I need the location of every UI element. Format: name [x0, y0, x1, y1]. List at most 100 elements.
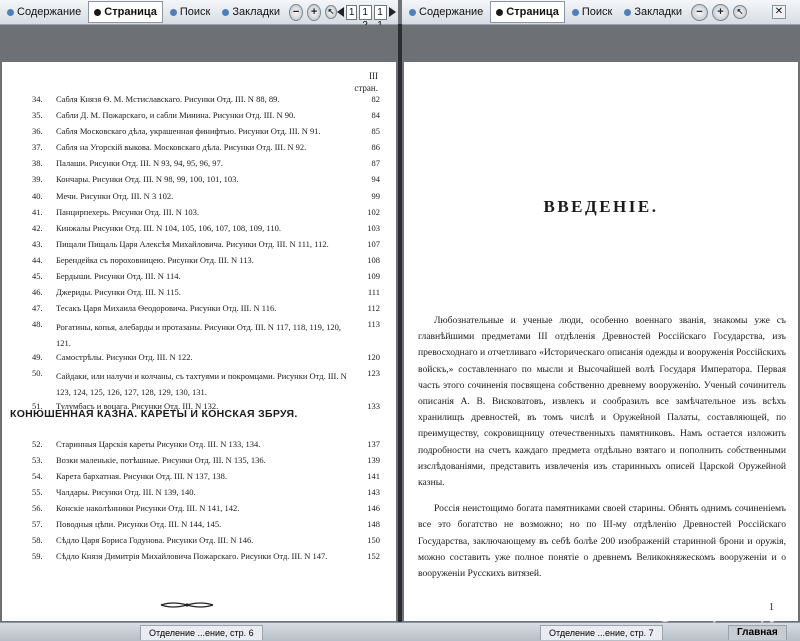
toc-entry[interactable]: 49. Самострѣлы. Рисунки Отд. III. N 122. 1… — [32, 352, 380, 368]
tab-bookmarks-left[interactable]: Закладки — [217, 2, 285, 22]
tab-page-right[interactable]: Страница — [490, 1, 565, 23]
entry-number: 34. — [32, 94, 43, 104]
entry-title: Сабля Князя Ѳ. М. Мстиславскаго. Рисунки… — [56, 94, 280, 104]
tab-search-left[interactable]: Поиск — [165, 2, 215, 22]
pointer-icon[interactable]: ↖ — [325, 5, 337, 19]
entry-page: 146 — [367, 503, 380, 513]
two-page-button[interactable]: 1 2 — [359, 4, 373, 31]
entry-number: 48. — [32, 319, 43, 330]
entry-number: 46. — [32, 287, 43, 298]
toc-entry[interactable]: 37. Сабля на Угорскій выкова. Московскаго… — [32, 142, 380, 158]
entry-number: 56. — [32, 503, 43, 513]
next-page-icon[interactable] — [389, 7, 396, 17]
main-tab[interactable]: Главная — [728, 625, 787, 640]
entry-number: 45. — [32, 271, 43, 282]
entry-number: 37. — [32, 142, 43, 153]
page-tab-right[interactable]: Отделение ...ение, стр. 7 — [540, 625, 663, 640]
entry-title: Возки маленькіе, потѣшные. Рисунки Отд. … — [56, 455, 266, 465]
entry-title: Сабля Московскаго дѣла, украшенная финиф… — [56, 126, 321, 137]
toc-entry[interactable]: 58. Сѣдло Царя Бориса Годунова. Рисунки О… — [32, 535, 380, 551]
entry-title: Пищали Пищаль Царя Алексѣя Михайловича. … — [56, 238, 329, 249]
entry-number: 50. — [32, 368, 43, 379]
toc-header: III стран. — [354, 71, 378, 93]
toc-entry[interactable]: 46. Джериды. Рисунки Отд. III. N 115. 111 — [32, 287, 380, 303]
entry-number: 52. — [32, 439, 43, 449]
entry-title: Чалдары. Рисунки Отд. III. N 139, 140. — [56, 487, 196, 497]
single-page-button[interactable]: 1 — [345, 4, 358, 20]
prev-page-icon[interactable] — [336, 7, 344, 17]
chapter-body: Любознательные и ученые люди, особенно в… — [418, 313, 786, 582]
entry-page: 103 — [367, 222, 380, 233]
entry-page: 123 — [367, 368, 380, 379]
tab-dot-icon — [409, 8, 416, 16]
toc-entry[interactable]: 38. Палаши. Рисунки Отд. III. N 93, 94, 9… — [32, 158, 380, 174]
zoom-in-icon[interactable]: + — [711, 3, 729, 21]
toc-entry[interactable]: 57. Поводныя цѣпи. Рисунки Отд. III. N 14… — [32, 519, 380, 535]
entry-title: Самострѣлы. Рисунки Отд. III. N 122. — [56, 352, 193, 363]
paragraph: Россія неистощимо богата памятниками сво… — [418, 503, 786, 580]
right-toolbar: Содержание Страница Поиск Закладки − + ↖… — [402, 0, 800, 25]
entry-number: 57. — [32, 519, 43, 529]
close-icon[interactable]: ✕ — [772, 5, 786, 19]
entry-page: 112 — [367, 303, 380, 314]
toc-entry[interactable]: 53. Возки маленькіе, потѣшные. Рисунки От… — [32, 455, 380, 471]
entry-page: 94 — [371, 174, 381, 185]
toc-entry[interactable]: 41. Панцирпехерь. Рисунки Отд. III. N 103… — [32, 207, 380, 223]
tab-dot-icon — [222, 8, 230, 16]
toc-entry[interactable]: 42. Кинжалы Рисунки Отд. III. N 104, 105,… — [32, 223, 380, 239]
entry-number: 40. — [32, 190, 43, 201]
toc-entry[interactable]: 55. Чалдары. Рисунки Отд. III. N 139, 140… — [32, 487, 380, 503]
toc-entry[interactable]: 59. Сѣдло Князя Димитрія Михайловича Пожа… — [32, 551, 380, 567]
toc-entry[interactable]: 35. Сабли Д. М. Пожарскаго, и сабли Минин… — [32, 110, 380, 126]
tab-search-right[interactable]: Поиск — [567, 2, 617, 22]
entry-title: Рогатины, копья, алебарды и протазаны. Р… — [56, 322, 341, 349]
toc-entry[interactable]: 39. Кончары. Рисунки Отд. III. N 98, 99, … — [32, 174, 380, 190]
toc-entry[interactable]: 45. Бердыши. Рисунки Отд. III. N 114. 109 — [32, 271, 380, 287]
tab-dot-icon — [571, 8, 579, 16]
toc-entry[interactable]: 54. Карета бархатная. Рисунки Отд. III. N… — [32, 471, 380, 487]
entry-title: Карета бархатная. Рисунки Отд. III. N 13… — [56, 471, 228, 481]
entry-number: 35. — [32, 110, 43, 121]
toc-entry[interactable]: 47. Тесакъ Царя Михаила Ѳеодоровича. Рису… — [32, 303, 380, 319]
tab-contents-right[interactable]: Содержание — [404, 2, 488, 22]
toc-entry[interactable]: 56. Конскіе наколѣнники Рисунки Отд. III.… — [32, 503, 380, 519]
pointer-icon[interactable]: ↖ — [732, 5, 747, 19]
entry-title: Сабля на Угорскій выкова. Московскаго дѣ… — [56, 142, 307, 153]
toc-entry[interactable]: 44. Берендейка съ пороховницею. Рисунки О… — [32, 255, 380, 271]
entry-title: Сѣдло Князя Димитрія Михайловича Пожарск… — [56, 551, 328, 561]
zoom-in-icon[interactable]: + — [307, 3, 322, 21]
right-pane: ВВЕДЕНІЕ. Любознательные и ученые люди, … — [402, 25, 800, 621]
fit-page-button[interactable]: 1 1 — [374, 4, 387, 31]
entry-page: 150 — [367, 535, 380, 545]
tab-dot-icon — [169, 8, 177, 16]
chapter-title: ВВЕДЕНІЕ. — [543, 197, 659, 216]
tab-dot-icon — [496, 8, 504, 16]
tab-dot-icon — [7, 8, 14, 16]
entry-number: 43. — [32, 238, 43, 249]
entry-title: Джериды. Рисунки Отд. III. N 115. — [56, 287, 181, 298]
tab-bookmarks-right[interactable]: Закладки — [619, 2, 687, 22]
entry-title: Панцирпехерь. Рисунки Отд. III. N 103. — [56, 206, 199, 217]
entry-title: Кончары. Рисунки Отд. III. N 98, 99, 100… — [56, 174, 239, 185]
entry-page: 113 — [367, 319, 380, 330]
page-tab-left[interactable]: Отделение ...ение, стр. 6 — [140, 625, 263, 640]
tab-contents-left[interactable]: Содержание — [2, 2, 86, 22]
entry-title: Берендейка съ пороховницею. Рисунки Отд.… — [56, 254, 254, 265]
section-heading: КОНЮШЕННАЯ КАЗНА. КАРЕТЫ И КОНСКАЯ ЗБРУЯ… — [10, 408, 298, 420]
toc-entry[interactable]: 34. Сабля Князя Ѳ. М. Мстиславскаго. Рису… — [32, 94, 380, 110]
toc-entry[interactable]: 43. Пищали Пищаль Царя Алексѣя Михайлович… — [32, 239, 380, 255]
tab-page-left[interactable]: Страница — [88, 1, 163, 23]
toc-entry[interactable]: 36. Сабля Московскаго дѣла, украшенная фи… — [32, 126, 380, 142]
left-pane: III стран. 34. Сабля Князя Ѳ. М. Мстислав… — [0, 25, 398, 621]
entry-number: 44. — [32, 254, 43, 265]
toc-entry[interactable]: 40. Мечи. Рисунки Отд. III. N 3 102. 99 — [32, 191, 380, 207]
zoom-out-icon[interactable]: − — [690, 3, 708, 21]
toc-entry[interactable]: 48. Рогатины, копья, алебарды и протазаны… — [32, 319, 380, 352]
toc-entry[interactable]: 52. Старинныя Царскія кареты Рисунки Отд.… — [32, 439, 380, 455]
zoom-out-icon[interactable]: − — [288, 3, 304, 21]
toc-entry[interactable]: 50. Сайдаки, или налучи и колчаны, съ тах… — [32, 368, 380, 401]
entry-page: 84 — [371, 110, 381, 121]
entry-title: Мечи. Рисунки Отд. III. N 3 102. — [56, 190, 174, 201]
tab-dot-icon — [94, 8, 102, 16]
entry-title: Конскіе наколѣнники Рисунки Отд. III. N … — [56, 503, 240, 513]
